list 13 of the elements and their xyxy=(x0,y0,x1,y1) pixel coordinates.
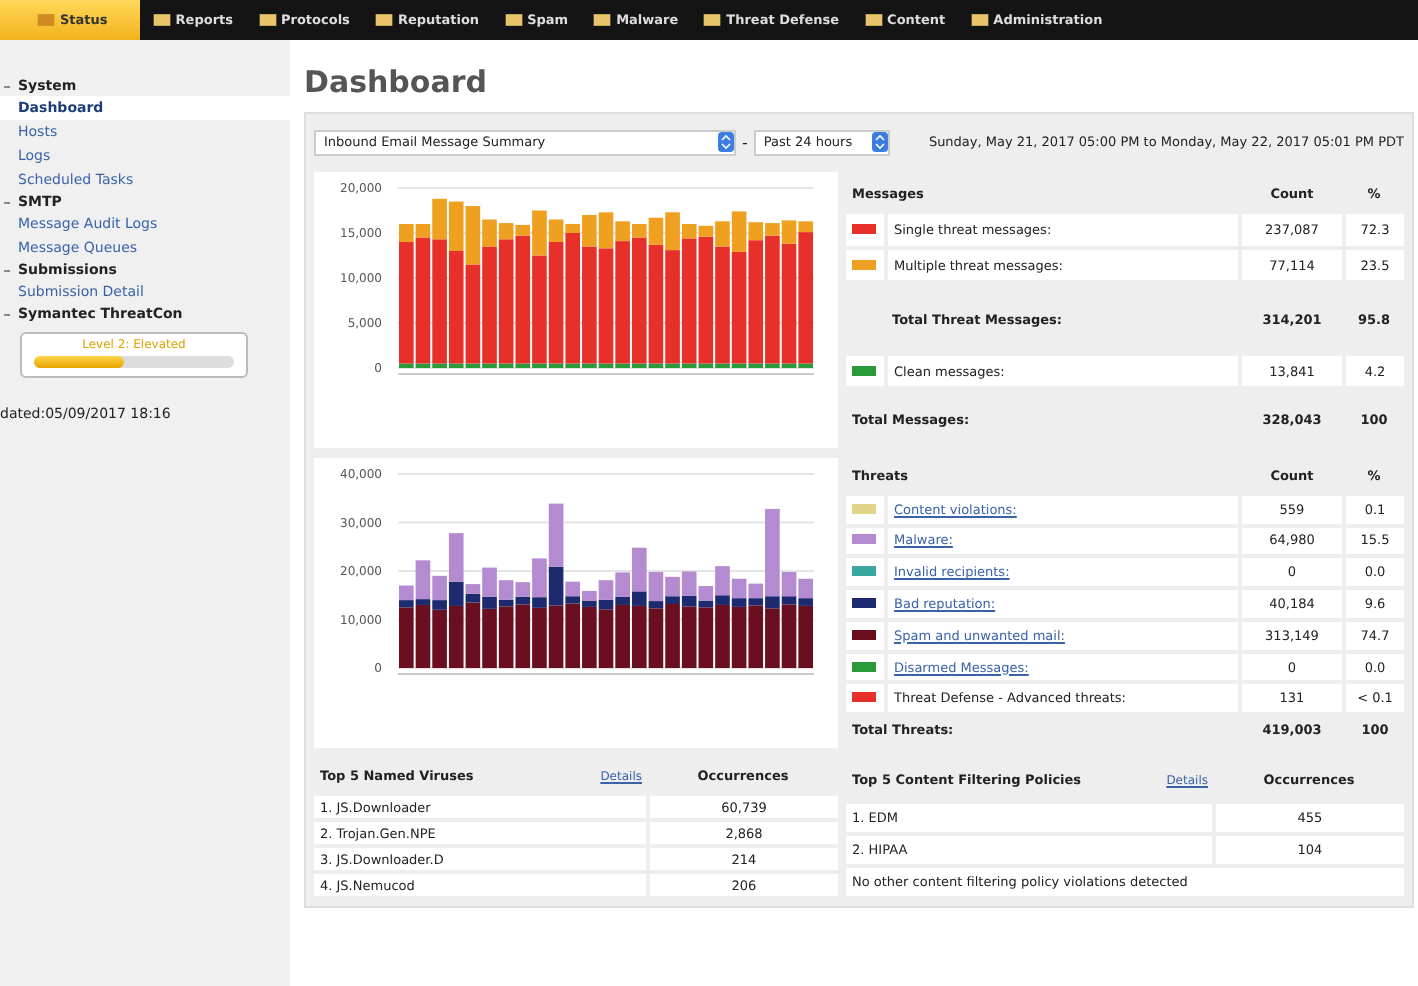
square-icon xyxy=(592,12,613,28)
square-icon xyxy=(503,12,524,28)
stepper-icon xyxy=(718,132,734,152)
square-icon xyxy=(151,12,172,28)
separator-text: - xyxy=(742,133,748,151)
square-icon xyxy=(702,12,723,28)
square-icon xyxy=(36,12,56,28)
square-icon xyxy=(257,12,277,28)
page-title: Dashboard xyxy=(304,62,489,104)
square-icon xyxy=(373,12,394,28)
square-icon xyxy=(969,12,990,28)
square-icon xyxy=(863,12,884,28)
stepper-icon xyxy=(871,132,888,152)
